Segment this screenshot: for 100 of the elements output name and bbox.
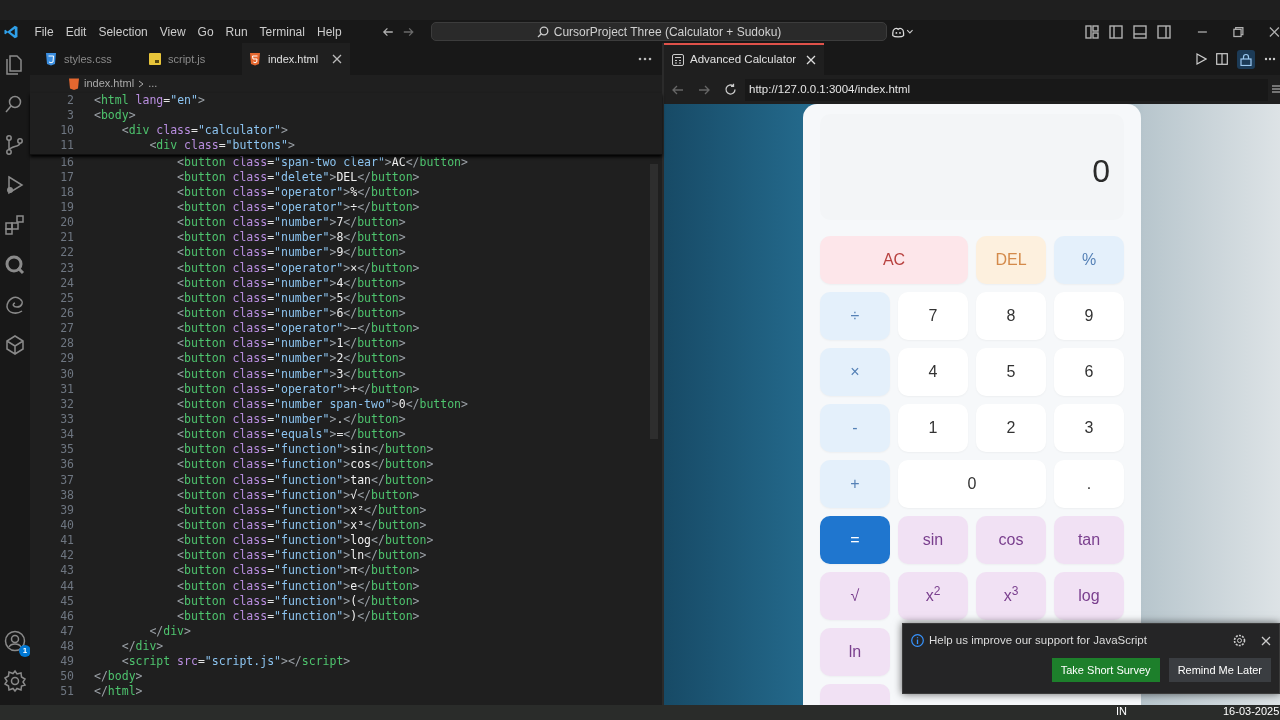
menu-item[interactable]: Go — [191, 21, 220, 42]
ring-icon[interactable] — [3, 253, 27, 277]
code-line: <button class="number">.</button> — [176, 411, 406, 428]
code-line: <button class="operator">+</button> — [176, 381, 420, 397]
line-number: 49 — [59, 654, 74, 670]
app-logo-icon[interactable] — [4, 23, 19, 40]
more-icon[interactable] — [1264, 57, 1276, 61]
line-number: 22 — [59, 245, 74, 261]
calculator-key[interactable]: cos — [976, 516, 1046, 564]
line-number: 48 — [59, 639, 74, 655]
calculator-key[interactable]: × — [820, 348, 890, 396]
menu-item[interactable]: Terminal — [253, 21, 311, 42]
line-number: 33 — [59, 411, 74, 428]
code-line: <button class="span-two clear">AC</button> — [176, 154, 468, 170]
editor-tab[interactable]: index.html — [242, 43, 351, 75]
line-number: 18 — [59, 184, 74, 200]
browser-tab[interactable]: Advanced Calculator — [664, 43, 825, 75]
breadcrumb-item[interactable]: ... — [148, 75, 158, 92]
extensions-icon[interactable] — [3, 213, 27, 237]
code-line: <div class="buttons"> — [148, 138, 295, 154]
line-number: 24 — [59, 275, 74, 291]
notification-badge: 1 — [19, 645, 31, 657]
html-file-icon — [248, 52, 262, 66]
line-number: 36 — [59, 457, 74, 473]
remind-later-button[interactable]: Remind Me Later — [1168, 658, 1271, 683]
calculator-key[interactable]: 7 — [898, 292, 968, 340]
lock-button[interactable] — [1237, 49, 1255, 69]
layout-icon[interactable] — [1084, 24, 1099, 39]
play-icon[interactable] — [1195, 53, 1207, 65]
code-line: <button class="function">ln</button> — [176, 548, 427, 564]
code-line: <button class="number">7</button> — [176, 215, 406, 231]
calculator-key[interactable]: ln — [820, 628, 890, 676]
panel-bottom-icon[interactable] — [1132, 24, 1147, 39]
calculator-key[interactable]: x$^{2}$ — [898, 572, 968, 620]
survey-button[interactable]: Take Short Survey — [1051, 658, 1160, 683]
calculator-key[interactable]: 2 — [976, 404, 1046, 452]
menu-icon[interactable] — [1272, 84, 1280, 95]
menu-item[interactable]: Help — [310, 21, 348, 42]
calculator-key[interactable]: 1 — [898, 404, 968, 452]
calculator-key[interactable]: % — [1054, 236, 1124, 284]
sidebar-right-icon[interactable] — [1156, 24, 1171, 39]
calculator-key[interactable]: log — [1054, 572, 1124, 620]
menu-item[interactable]: Selection — [92, 21, 154, 42]
calculator-key[interactable]: 6 — [1054, 348, 1124, 396]
line-number: 28 — [59, 336, 74, 352]
menu-item[interactable]: Run — [219, 21, 254, 42]
calculator-key[interactable]: AC — [820, 236, 968, 284]
code-line: <button class="equals">=</button> — [176, 427, 406, 443]
calculator-key[interactable]: sin — [898, 516, 968, 564]
settings-icon[interactable] — [3, 669, 27, 693]
calculator-key[interactable]: 9 — [1054, 292, 1124, 340]
calculator-key[interactable]: 4 — [898, 348, 968, 396]
code-line: <button class="number">8</button> — [176, 230, 406, 246]
split-editor-icon[interactable] — [1216, 53, 1228, 65]
calculator-key[interactable]: 5 — [976, 348, 1046, 396]
line-number: 37 — [59, 472, 74, 488]
menu-item[interactable]: View — [153, 21, 192, 42]
close-icon[interactable] — [1261, 635, 1271, 646]
calculator-key[interactable]: 0 — [898, 460, 1046, 508]
reload-icon[interactable] — [724, 83, 737, 96]
forward-arrow-icon[interactable] — [698, 83, 710, 96]
line-number: 10 — [59, 123, 74, 139]
calculator-key[interactable]: √ — [820, 572, 890, 620]
close-icon[interactable] — [332, 54, 343, 64]
code-line: </div> — [148, 623, 191, 640]
command-center-search[interactable]: CursorProject Three (Calculator + Sudoku) — [430, 22, 888, 41]
cube-icon[interactable] — [3, 333, 27, 357]
calculator-key[interactable]: x$^{3}$ — [976, 572, 1046, 620]
editor-tab[interactable]: styles.css — [30, 43, 144, 75]
line-number: 38 — [59, 487, 74, 503]
line-number: 46 — [59, 608, 74, 624]
line-number: 3 — [66, 108, 74, 124]
line-number: 19 — [59, 200, 74, 216]
calculator-key[interactable]: 8 — [976, 292, 1046, 340]
line-number: 41 — [59, 533, 74, 549]
account-icon[interactable] — [3, 629, 27, 653]
settings-icon[interactable] — [1233, 634, 1246, 648]
code-line: <button class="function">√</button> — [176, 487, 420, 503]
sidebar-left-icon[interactable] — [1108, 24, 1123, 39]
calculator-key[interactable]: . — [1054, 460, 1124, 508]
address-bar[interactable]: http://127.0.0.1:3004/index.html — [745, 78, 1268, 101]
breadcrumb-item[interactable]: index.html — [84, 75, 135, 92]
more-icon[interactable] — [638, 57, 652, 61]
calculator-key[interactable]: tan — [1054, 516, 1124, 564]
line-number: 21 — [59, 230, 74, 246]
line-number: 16 — [59, 154, 74, 170]
line-number: 35 — [59, 442, 74, 458]
code-line: <button class="function">)</button> — [176, 608, 420, 624]
line-number: 27 — [59, 321, 74, 337]
close-icon[interactable] — [806, 55, 817, 65]
editor-tab[interactable]: script.js — [144, 43, 236, 75]
line-number: 43 — [59, 563, 74, 579]
menu-item[interactable]: Edit — [59, 21, 93, 42]
menu-item[interactable]: File — [28, 21, 60, 42]
code-line: <html lang="en"> — [94, 93, 205, 109]
code-line: <button class="function">tan</button> — [176, 472, 434, 488]
restore-icon[interactable] — [1233, 25, 1245, 38]
calculator-key[interactable]: 3 — [1054, 404, 1124, 452]
close-icon[interactable] — [1269, 25, 1280, 38]
calculator-key[interactable]: = — [820, 516, 890, 564]
